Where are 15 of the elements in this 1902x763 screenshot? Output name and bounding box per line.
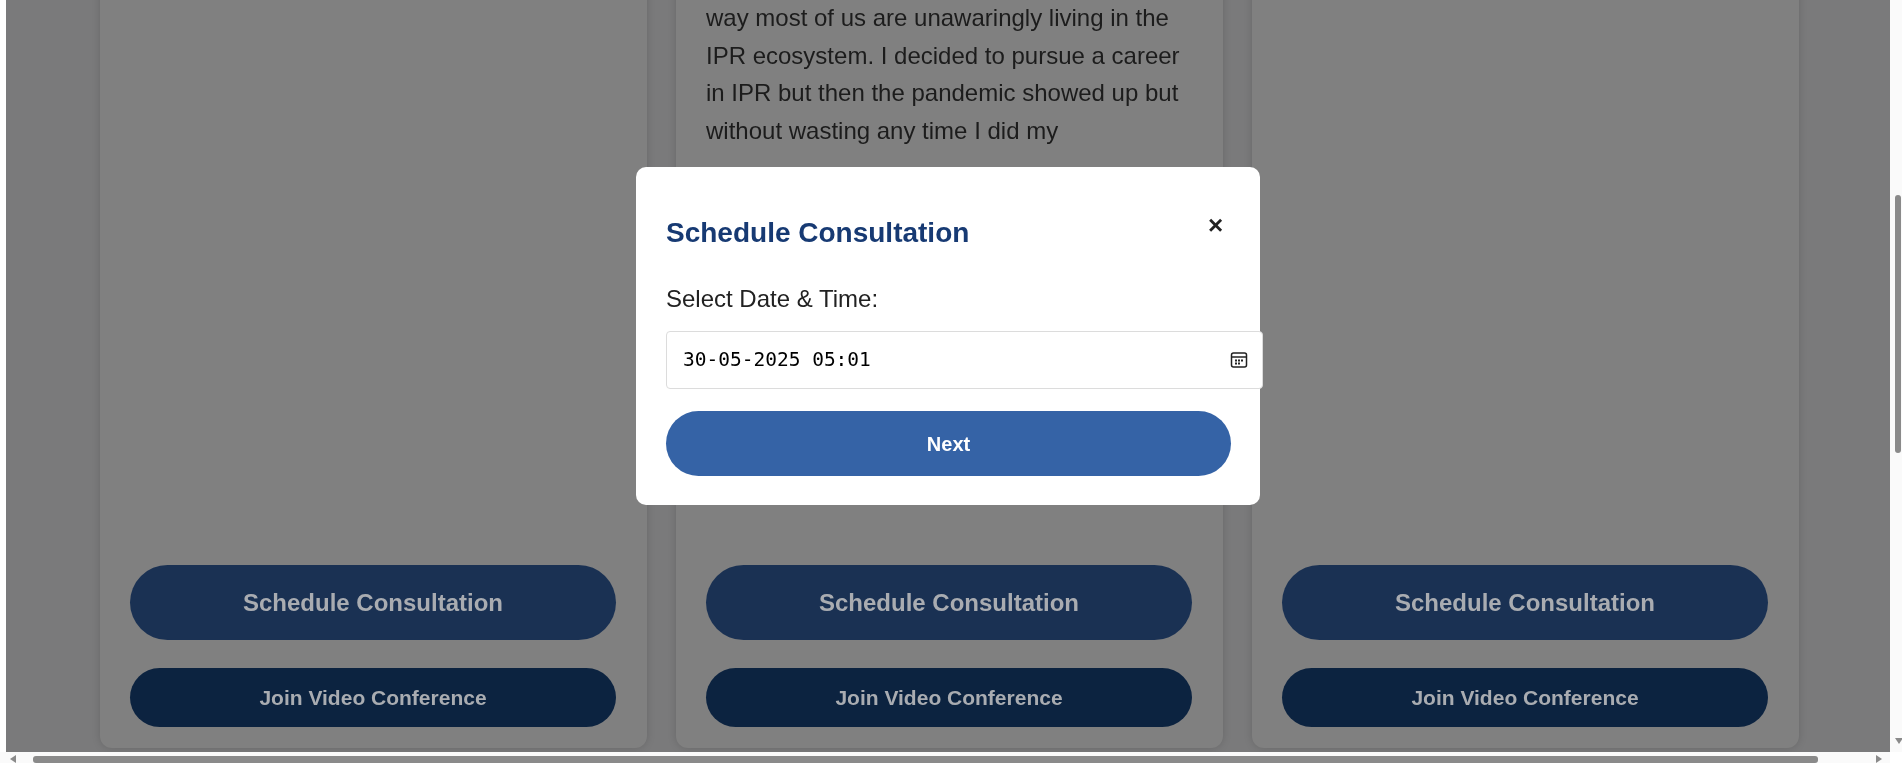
join-video-button[interactable]: Join Video Conference	[1282, 668, 1768, 727]
field-label: Select Date & Time:	[666, 285, 879, 313]
schedule-consultation-button[interactable]: Schedule Consultation	[130, 565, 616, 640]
close-button[interactable]: ×	[1208, 211, 1224, 239]
modal-title: Schedule Consultation	[666, 217, 970, 249]
card-paragraph: way most of us are unawaringly living in the IPR ecosystem. I decided to pursue a career in IPR but then the pandemic showed up but without wasting any time I did my	[706, 3, 1181, 146]
join-video-button[interactable]: Join Video Conference	[706, 668, 1192, 727]
calendar-icon[interactable]	[1230, 351, 1248, 369]
join-video-button[interactable]: Join Video Conference	[130, 668, 616, 727]
horizontal-scrollbar[interactable]	[0, 752, 1890, 763]
next-button[interactable]: Next	[666, 411, 1231, 476]
schedule-consultation-button[interactable]: Schedule Consultation	[706, 565, 1192, 640]
schedule-consultation-button[interactable]: Schedule Consultation	[1282, 565, 1768, 640]
vertical-scrollbar[interactable]	[1890, 0, 1902, 752]
date-time-field[interactable]: 30-05-2025 05:01	[666, 331, 1263, 389]
